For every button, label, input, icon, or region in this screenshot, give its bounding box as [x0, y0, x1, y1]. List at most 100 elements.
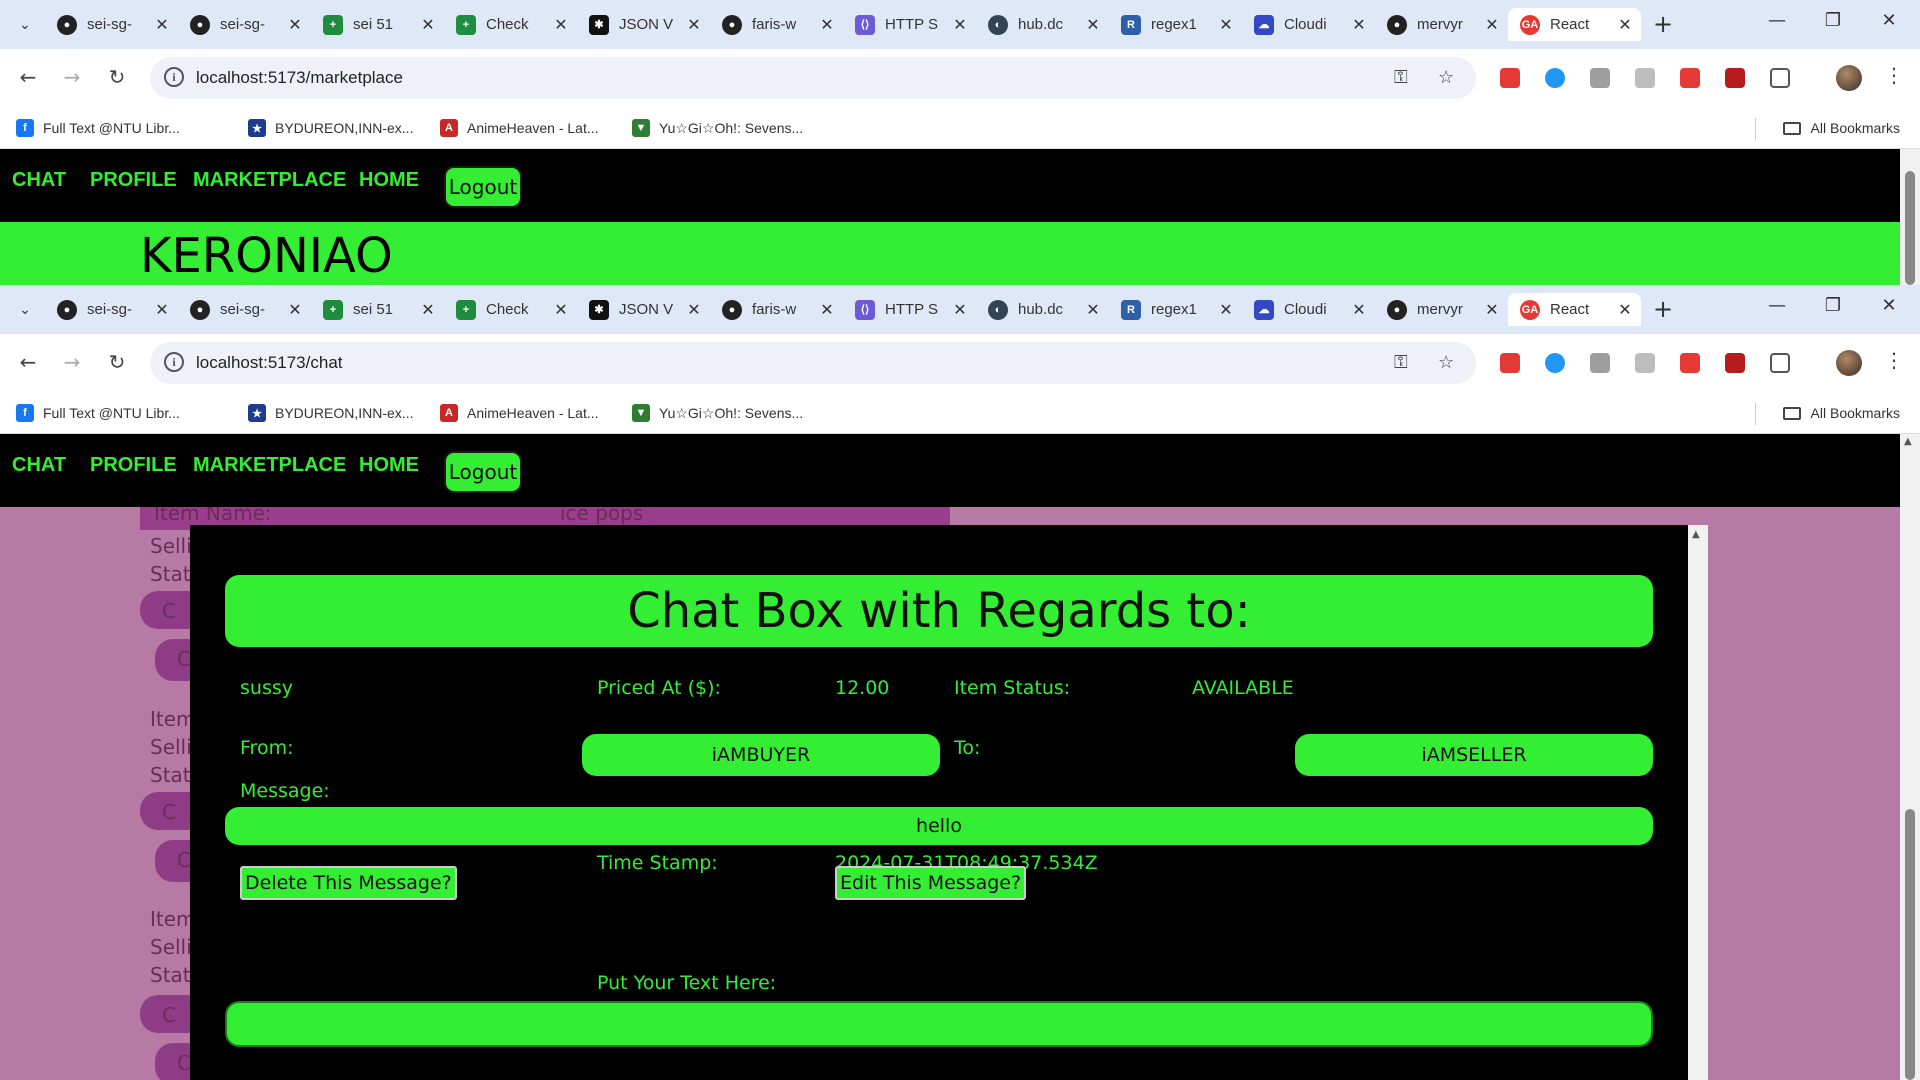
extension-icon[interactable]: [1500, 353, 1520, 373]
all-bookmarks[interactable]: All Bookmarks: [1782, 393, 1900, 433]
tab-cloudinary[interactable]: ☁ Cloudi ✕: [1242, 293, 1375, 326]
nav-marketplace[interactable]: MARKETPLACE: [193, 169, 346, 192]
close-icon[interactable]: ✕: [283, 15, 307, 35]
cloud-extension-icon[interactable]: [1545, 68, 1565, 88]
star-icon[interactable]: ☆: [1438, 67, 1454, 88]
close-icon[interactable]: ✕: [150, 15, 174, 35]
new-tab-button[interactable]: +: [1650, 10, 1676, 38]
close-icon[interactable]: ✕: [416, 15, 440, 35]
nav-profile[interactable]: PROFILE: [90, 169, 177, 192]
bookmark-ntu[interactable]: f Full Text @NTU Libr...: [16, 108, 180, 148]
tab-sheets-1[interactable]: + sei 51 ✕: [311, 293, 444, 326]
tab-search-button[interactable]: ⌄: [12, 297, 38, 323]
red-extension-icon[interactable]: [1680, 68, 1700, 88]
forward-button[interactable]: →: [58, 350, 86, 374]
close-icon[interactable]: ✕: [1613, 300, 1637, 320]
key-icon[interactable]: ⚿: [1394, 352, 1408, 373]
tab-github-1[interactable]: ● sei-sg- ✕: [45, 8, 178, 41]
tab-json[interactable]: ✱ JSON V ✕: [577, 8, 710, 41]
chat-extension-icon[interactable]: [1590, 353, 1610, 373]
nav-chat[interactable]: CHAT: [12, 454, 66, 477]
close-icon[interactable]: ✕: [682, 300, 706, 320]
reload-button[interactable]: ↻: [103, 350, 131, 374]
close-icon[interactable]: ✕: [150, 300, 174, 320]
scrollbar-thumb[interactable]: [1905, 809, 1915, 1080]
key-icon[interactable]: ⚿: [1394, 67, 1408, 88]
nav-chat[interactable]: CHAT: [12, 169, 66, 192]
tab-json[interactable]: ✱ JSON V ✕: [577, 293, 710, 326]
red-extension-icon[interactable]: [1680, 353, 1700, 373]
tab-sheets-2[interactable]: + Check ✕: [444, 293, 577, 326]
tab-react-active[interactable]: GA React ✕: [1508, 8, 1641, 41]
close-icon[interactable]: ✕: [1214, 300, 1238, 320]
scroll-up-icon[interactable]: ▲: [1904, 436, 1912, 447]
close-icon[interactable]: ✕: [1613, 15, 1637, 35]
bookmark-yugioh[interactable]: ▼ Yu☆Gi☆Oh!: Sevens...: [632, 393, 803, 433]
chat-extension-icon[interactable]: [1590, 68, 1610, 88]
logout-button[interactable]: Logout: [444, 166, 522, 208]
minimize-button[interactable]: —: [1762, 10, 1792, 31]
close-icon[interactable]: ✕: [549, 15, 573, 35]
bookmark-bydureon[interactable]: ★ BYDUREON,INN-ex...: [248, 393, 413, 433]
tab-regex[interactable]: Rregex1 ✕: [1109, 8, 1242, 41]
tab-github-3[interactable]: ● faris-w ✕: [710, 8, 843, 41]
close-icon[interactable]: ✕: [1480, 300, 1504, 320]
restore-button[interactable]: ❐: [1818, 295, 1848, 316]
ublock-icon[interactable]: [1725, 68, 1745, 88]
puzzle-extension-icon[interactable]: [1635, 353, 1655, 373]
close-icon[interactable]: ✕: [815, 15, 839, 35]
menu-icon[interactable]: ⋮: [1884, 348, 1904, 372]
extensions-icon[interactable]: [1770, 353, 1790, 373]
close-icon[interactable]: ✕: [948, 15, 972, 35]
profile-avatar[interactable]: [1836, 350, 1862, 376]
tab-search-button[interactable]: ⌄: [12, 12, 38, 38]
window-close-button[interactable]: ✕: [1874, 10, 1904, 31]
modal-scrollbar[interactable]: ▲: [1688, 525, 1708, 1080]
logout-button[interactable]: Logout: [444, 451, 522, 493]
tab-github-3[interactable]: ● faris-w ✕: [710, 293, 843, 326]
bookmark-bydureon[interactable]: ★ BYDUREON,INN-ex...: [248, 108, 413, 148]
close-icon[interactable]: ✕: [1081, 300, 1105, 320]
nav-marketplace[interactable]: MARKETPLACE: [193, 454, 346, 477]
puzzle-extension-icon[interactable]: [1635, 68, 1655, 88]
url-text[interactable]: localhost:5173/marketplace: [196, 68, 403, 88]
back-button[interactable]: ←: [14, 350, 42, 374]
close-icon[interactable]: ✕: [1347, 300, 1371, 320]
close-icon[interactable]: ✕: [815, 300, 839, 320]
nav-home[interactable]: HOME: [359, 454, 419, 477]
ublock-icon[interactable]: [1725, 353, 1745, 373]
bookmark-animeheaven[interactable]: A AnimeHeaven - Lat...: [440, 108, 599, 148]
tab-docker[interactable]: ◐ hub.dc ✕: [976, 293, 1109, 326]
cloud-extension-icon[interactable]: [1545, 353, 1565, 373]
page-scrollbar[interactable]: [1900, 149, 1920, 285]
close-icon[interactable]: ✕: [682, 15, 706, 35]
tab-http[interactable]: ⟨⟩ HTTP S ✕: [843, 293, 976, 326]
delete-message-button[interactable]: Delete This Message?: [240, 866, 457, 900]
close-icon[interactable]: ✕: [1480, 15, 1504, 35]
scroll-up-icon[interactable]: ▲: [1692, 529, 1700, 540]
tab-cloudinary[interactable]: ☁ Cloudi ✕: [1242, 8, 1375, 41]
window-close-button[interactable]: ✕: [1874, 295, 1904, 316]
extension-icon[interactable]: [1500, 68, 1520, 88]
nav-profile[interactable]: PROFILE: [90, 454, 177, 477]
close-icon[interactable]: ✕: [549, 300, 573, 320]
close-icon[interactable]: ✕: [283, 300, 307, 320]
menu-icon[interactable]: ⋮: [1884, 63, 1904, 87]
address-bar[interactable]: i localhost:5173/marketplace ⚿ ☆: [150, 57, 1476, 99]
close-icon[interactable]: ✕: [948, 300, 972, 320]
edit-message-button[interactable]: Edit This Message?: [835, 866, 1027, 900]
forward-button[interactable]: →: [58, 65, 86, 89]
tab-docker[interactable]: ◐ hub.dc ✕: [976, 8, 1109, 41]
page-scrollbar[interactable]: ▲: [1900, 434, 1920, 1080]
tab-github-4[interactable]: ● mervyr ✕: [1375, 8, 1508, 41]
info-icon[interactable]: i: [164, 352, 184, 372]
address-bar[interactable]: i localhost:5173/chat ⚿ ☆: [150, 342, 1476, 384]
tab-regex[interactable]: Rregex1 ✕: [1109, 293, 1242, 326]
tab-sheets-1[interactable]: + sei 51 ✕: [311, 8, 444, 41]
url-text[interactable]: localhost:5173/chat: [196, 353, 343, 373]
minimize-button[interactable]: —: [1762, 295, 1792, 316]
reload-button[interactable]: ↻: [103, 65, 131, 89]
tab-github-2[interactable]: ● sei-sg- ✕: [178, 8, 311, 41]
profile-avatar[interactable]: [1836, 65, 1862, 91]
info-icon[interactable]: i: [164, 67, 184, 87]
